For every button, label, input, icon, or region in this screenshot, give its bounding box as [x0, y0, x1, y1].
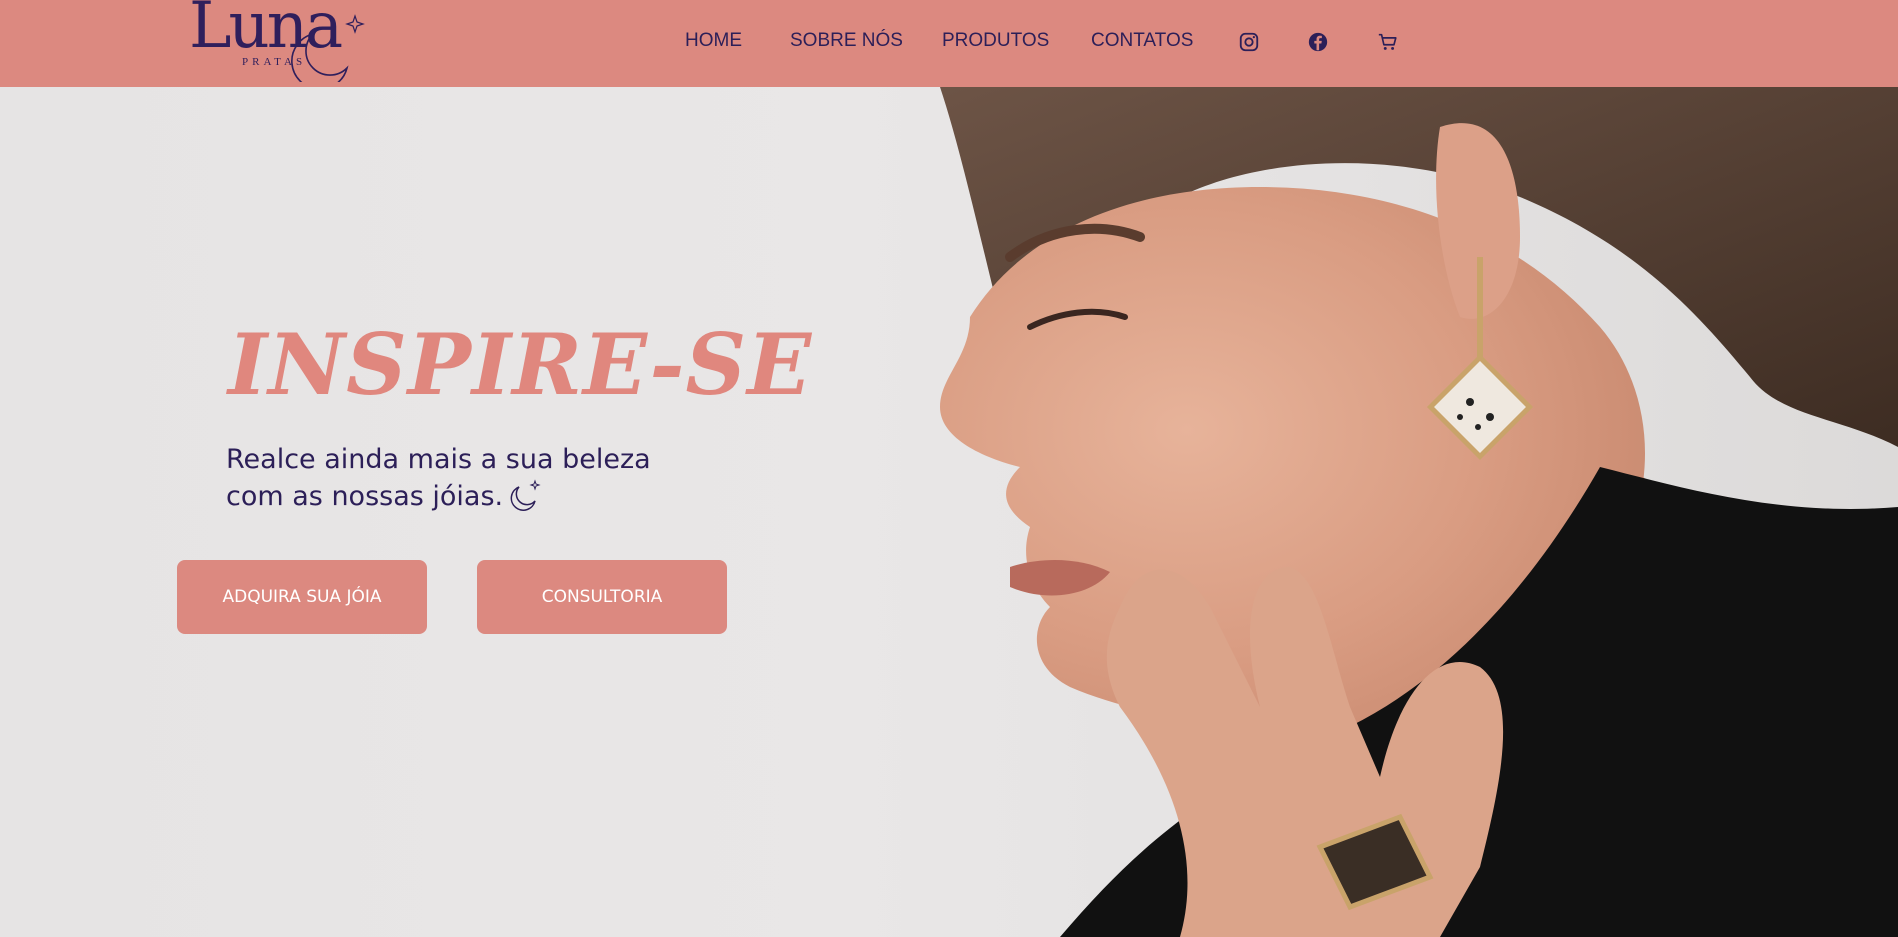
top-navbar: Luna PRATAS HOME SOBRE NÓS PRODUTOS CONT…: [0, 0, 1898, 87]
hero-subtext-line-2: com as nossas jóias.: [226, 478, 686, 515]
hero-section: INSPIRE-SE Realce ainda mais a sua belez…: [0, 87, 1898, 937]
crescent-moon-icon: [510, 479, 541, 511]
adquira-sua-joia-button[interactable]: ADQUIRA SUA JÓIA: [177, 560, 427, 634]
woman-earring-photo: [940, 87, 1898, 937]
hero-subtext-line-2-text: com as nossas jóias.: [226, 481, 504, 512]
main-nav: HOME SOBRE NÓS PRODUTOS CONTATOS: [0, 0, 1898, 87]
nav-contatos[interactable]: CONTATOS: [1091, 30, 1193, 52]
cart-icon[interactable]: [1377, 31, 1399, 53]
hero-subtext-line-1: Realce ainda mais a sua beleza: [226, 444, 651, 475]
consultoria-button[interactable]: CONSULTORIA: [477, 560, 727, 634]
facebook-icon[interactable]: [1307, 31, 1329, 53]
nav-sobre-nos[interactable]: SOBRE NÓS: [790, 30, 903, 52]
hero-subtext: Realce ainda mais a sua beleza com as no…: [226, 441, 686, 515]
nav-home[interactable]: HOME: [685, 30, 742, 52]
instagram-icon[interactable]: [1238, 31, 1260, 53]
hero-headline: INSPIRE-SE: [228, 315, 813, 414]
nav-produtos[interactable]: PRODUTOS: [942, 30, 1049, 52]
